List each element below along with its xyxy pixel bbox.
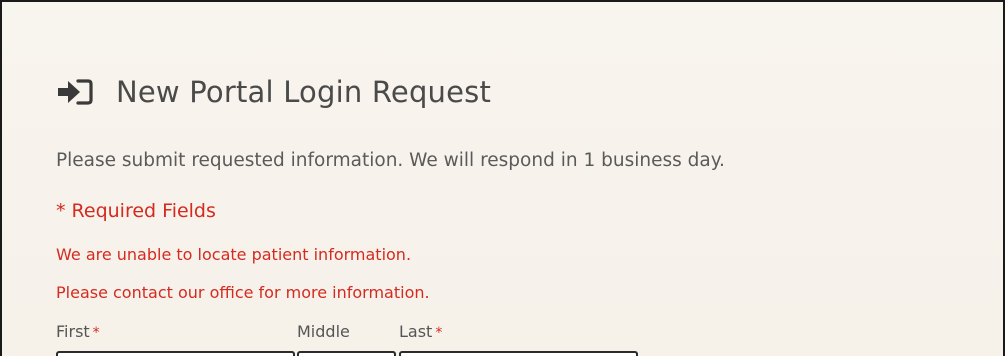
required-fields-note: * Required Fields (56, 200, 216, 222)
middle-name-label-text: Middle (297, 322, 350, 341)
middle-name-label: Middle (297, 322, 350, 341)
last-name-input[interactable] (399, 351, 638, 356)
login-request-panel: New Portal Login Request Please submit r… (0, 0, 1005, 356)
error-message-patient-not-found: We are unable to locate patient informat… (56, 245, 412, 264)
sign-in-icon (58, 79, 93, 105)
required-star: * (435, 325, 443, 341)
first-name-label-text: First (56, 322, 90, 341)
page-title: New Portal Login Request (116, 75, 492, 109)
error-message-contact-office: Please contact our office for more infor… (56, 283, 430, 302)
last-name-label: Last * (399, 322, 442, 341)
middle-name-input[interactable] (297, 351, 396, 356)
last-name-label-text: Last (399, 322, 433, 341)
required-star: * (92, 325, 100, 341)
first-name-label: First * (56, 322, 100, 341)
title-row: New Portal Login Request (56, 70, 491, 114)
intro-text: Please submit requested information. We … (56, 150, 725, 171)
first-name-input[interactable] (56, 351, 295, 356)
